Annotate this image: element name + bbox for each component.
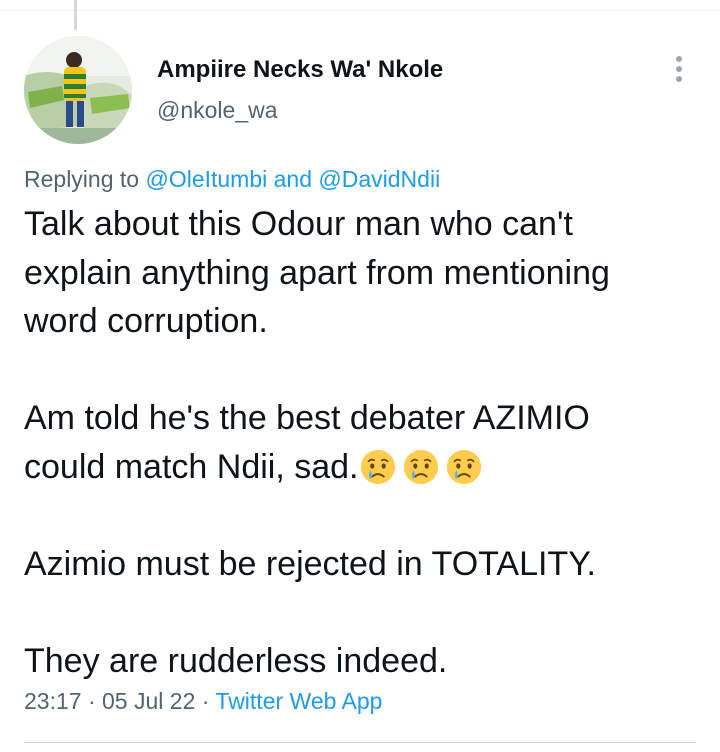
tweet-date[interactable]: 05 Jul 22	[102, 688, 195, 714]
replying-to-line: Replying to @OleItumbi and @DavidNdii	[24, 166, 440, 193]
author-name[interactable]: Ampiire Necks Wa' Nkole	[157, 56, 443, 84]
body-line: Talk about this Odour man who can't	[24, 205, 573, 243]
mention-link[interactable]: @OleItumbi	[145, 166, 267, 192]
tweet-time[interactable]: 23:17	[24, 688, 82, 714]
more-dot	[676, 56, 682, 62]
mention-link[interactable]: @DavidNdii	[318, 166, 440, 192]
tweet-meta: 23:17 · 05 Jul 22 · Twitter Web App	[24, 688, 382, 715]
body-line: could match Ndii, sad.	[24, 447, 359, 486]
crying-face-emoji	[360, 449, 395, 484]
avatar-photo	[24, 36, 132, 144]
top-divider	[0, 10, 720, 11]
tweet-body: Talk about this Odour man who can't expl…	[24, 200, 704, 685]
body-line-with-emoji: could match Ndii, sad.	[24, 443, 704, 492]
more-dot	[676, 76, 682, 82]
mention-joiner[interactable]: and	[274, 166, 312, 192]
body-line: Am told he's the best debater AZIMIO	[24, 399, 590, 437]
thread-connector-line	[74, 0, 77, 30]
crying-face-emoji	[446, 449, 481, 484]
meta-separator: ·	[87, 688, 96, 714]
bottom-divider	[24, 742, 696, 743]
tweet-source[interactable]: Twitter Web App	[215, 688, 382, 714]
emoji-group	[359, 448, 488, 486]
body-line: explain anything apart from mentioning	[24, 253, 610, 292]
more-options-icon[interactable]	[670, 52, 690, 86]
replying-prefix: Replying to	[24, 166, 140, 192]
body-line: They are rudderless indeed.	[24, 641, 448, 680]
meta-separator: ·	[201, 688, 210, 714]
crying-face-emoji	[403, 449, 438, 484]
body-line: Azimio must be rejected in TOTALITY.	[24, 544, 596, 583]
body-line: word corruption.	[24, 302, 268, 340]
avatar[interactable]	[24, 36, 132, 144]
author-handle[interactable]: @nkole_wa	[157, 97, 278, 124]
more-dot	[676, 66, 682, 72]
